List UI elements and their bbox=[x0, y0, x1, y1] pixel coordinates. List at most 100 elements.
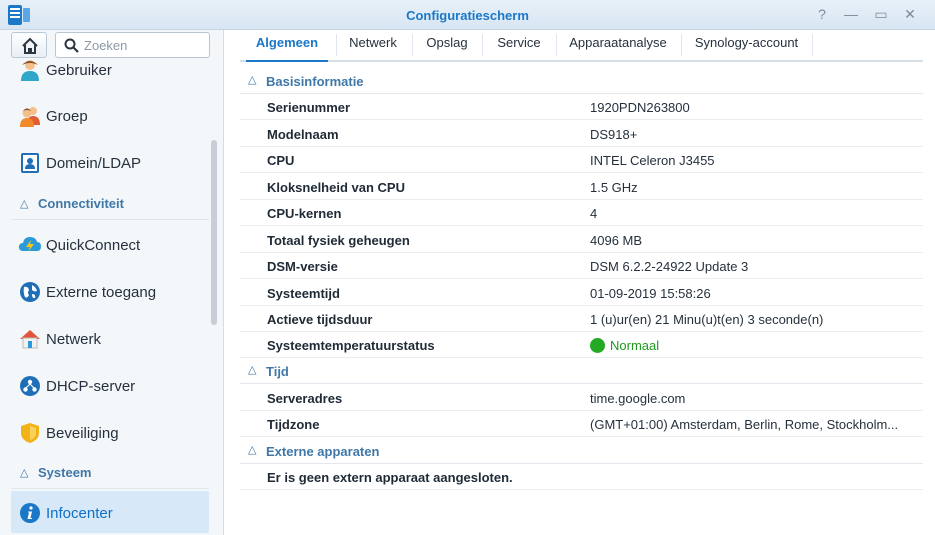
status-text: Normaal bbox=[610, 338, 660, 353]
info-key: Serveradres bbox=[267, 391, 343, 406]
info-value: time.google.com bbox=[590, 391, 686, 406]
section-label: Systeem bbox=[38, 465, 92, 480]
sidebar-item-domain-ldap[interactable]: Domein/LDAP bbox=[11, 143, 209, 183]
info-key: Kloksnelheid van CPU bbox=[267, 180, 405, 195]
sidebar: Gebruiker Groep Domein/LDAP △ Connectivi… bbox=[0, 30, 224, 535]
info-row: Kloksnelheid van CPU 1.5 GHz bbox=[240, 174, 923, 200]
sidebar-item-group[interactable]: Groep bbox=[11, 96, 209, 136]
sidebar-item-label: Netwerk bbox=[46, 331, 102, 348]
tab-divider bbox=[556, 34, 557, 56]
group-title: Externe apparaten bbox=[266, 444, 380, 459]
info-key: Actieve tijdsduur bbox=[267, 312, 373, 327]
divider bbox=[11, 219, 209, 220]
tab-service[interactable]: Service bbox=[484, 30, 554, 60]
sidebar-item-user[interactable]: Gebruiker bbox=[11, 50, 209, 90]
tab-opslag[interactable]: Opslag bbox=[414, 30, 480, 60]
shield-icon bbox=[21, 423, 39, 443]
divider bbox=[11, 488, 209, 489]
info-key: CPU-kernen bbox=[267, 206, 342, 221]
group-title: Tijd bbox=[266, 364, 289, 379]
section-system[interactable]: △ Systeem bbox=[11, 461, 209, 489]
info-row: Serienummer 1920PDN263800 bbox=[240, 94, 923, 120]
title-bar: Configuratiescherm ? — ▭ ✕ bbox=[0, 0, 935, 30]
info-key: Systeemtijd bbox=[267, 286, 340, 301]
info-row: Modelnaam DS918+ bbox=[240, 121, 923, 147]
sidebar-item-infocenter[interactable]: Infocenter bbox=[11, 491, 209, 533]
info-value: 4 bbox=[590, 206, 598, 221]
info-value: 4096 MB bbox=[590, 233, 643, 248]
group-header-external-devices[interactable]: △ Externe apparaten bbox=[240, 438, 923, 464]
sidebar-item-external-access[interactable]: Externe toegang bbox=[11, 272, 209, 312]
sidebar-item-label: Domein/LDAP bbox=[46, 155, 142, 172]
tab-divider bbox=[812, 34, 813, 56]
tab-divider bbox=[412, 34, 413, 56]
group-icon bbox=[20, 107, 40, 127]
group-header-basic-info[interactable]: △ Basisinformatie bbox=[240, 68, 923, 94]
section-label: Connectiviteit bbox=[38, 196, 124, 211]
group-header-time[interactable]: △ Tijd bbox=[240, 358, 923, 384]
sidebar-item-label: Externe toegang bbox=[46, 284, 157, 301]
info-value: 1 (u)ur(en) 21 Minu(u)t(en) 3 seconde(n) bbox=[590, 312, 824, 327]
info-value: 1920PDN263800 bbox=[590, 100, 690, 115]
sidebar-item-label: Beveiliging bbox=[46, 425, 119, 442]
info-row: Actieve tijdsduur 1 (u)ur(en) 21 Minu(u)… bbox=[240, 306, 923, 332]
info-icon bbox=[20, 503, 40, 523]
sidebar-item-label: DHCP-server bbox=[46, 378, 136, 395]
info-row: Systeemtemperatuurstatus Normaal bbox=[240, 332, 923, 358]
info-row: Systeemtijd 01-09-2019 15:58:26 bbox=[240, 280, 923, 306]
chevron-up-icon: △ bbox=[20, 467, 29, 479]
section-connectivity[interactable]: △ Connectiviteit bbox=[11, 192, 209, 220]
sidebar-item-dhcp-server[interactable]: DHCP-server bbox=[11, 366, 209, 406]
chevron-up-icon: △ bbox=[20, 198, 29, 210]
tab-synology-account[interactable]: Synology-account bbox=[684, 30, 809, 60]
info-value: DSM 6.2.2-24922 Update 3 bbox=[590, 259, 749, 274]
window-title: Configuratiescherm bbox=[406, 8, 529, 23]
tab-bar: Algemeen Netwerk Opslag Service Apparaat… bbox=[240, 30, 923, 62]
maximize-button[interactable]: ▭ bbox=[873, 6, 889, 22]
info-key: CPU bbox=[267, 153, 295, 168]
tab-apparaatanalyse[interactable]: Apparaatanalyse bbox=[558, 30, 678, 60]
close-button[interactable]: ✕ bbox=[902, 6, 918, 22]
sidebar-item-label: Gebruiker bbox=[46, 62, 112, 79]
external-access-icon bbox=[20, 282, 40, 302]
info-row: Serveradres time.google.com bbox=[240, 385, 923, 411]
info-row: Tijdzone (GMT+01:00) Amsterdam, Berlin, … bbox=[240, 411, 923, 437]
tab-divider bbox=[681, 34, 682, 56]
group-title: Basisinformatie bbox=[266, 74, 364, 89]
info-key: Serienummer bbox=[267, 100, 351, 115]
info-key: Totaal fysiek geheugen bbox=[267, 233, 410, 248]
network-home-icon bbox=[20, 330, 40, 349]
tab-divider bbox=[336, 34, 337, 56]
sidebar-item-network[interactable]: Netwerk bbox=[11, 319, 209, 359]
user-icon bbox=[21, 60, 39, 81]
sidebar-scrollbar[interactable] bbox=[211, 140, 217, 325]
info-value: 1.5 GHz bbox=[590, 180, 638, 195]
domain-ldap-icon bbox=[21, 153, 39, 173]
sidebar-item-quickconnect[interactable]: QuickConnect bbox=[11, 225, 209, 265]
info-value: DS918+ bbox=[590, 127, 638, 142]
info-key: Systeemtemperatuurstatus bbox=[267, 338, 435, 353]
chevron-up-icon: △ bbox=[248, 444, 257, 456]
minimize-button[interactable]: — bbox=[843, 6, 859, 22]
dhcp-server-icon bbox=[20, 376, 40, 396]
info-value: 01-09-2019 15:58:26 bbox=[590, 286, 711, 301]
chevron-up-icon: △ bbox=[248, 74, 257, 86]
chevron-up-icon: △ bbox=[248, 364, 257, 376]
help-button[interactable]: ? bbox=[814, 6, 830, 22]
no-external-device-message: Er is geen extern apparaat aangesloten. bbox=[267, 470, 513, 485]
info-row: CPU-kernen 4 bbox=[240, 200, 923, 226]
info-value: INTEL Celeron J3455 bbox=[590, 153, 715, 168]
tab-netwerk[interactable]: Netwerk bbox=[338, 30, 408, 60]
sidebar-item-security[interactable]: Beveiliging bbox=[11, 413, 209, 453]
status-ok-icon bbox=[590, 338, 605, 353]
info-row: DSM-versie DSM 6.2.2-24922 Update 3 bbox=[240, 253, 923, 279]
sidebar-item-label: Infocenter bbox=[46, 505, 113, 522]
tab-algemeen[interactable]: Algemeen bbox=[246, 30, 328, 62]
info-row: Er is geen extern apparaat aangesloten. bbox=[240, 464, 923, 490]
sidebar-item-label: Groep bbox=[46, 108, 88, 125]
quickconnect-icon bbox=[19, 237, 41, 252]
sidebar-item-label: QuickConnect bbox=[46, 237, 141, 254]
tab-divider bbox=[482, 34, 483, 56]
info-key: Tijdzone bbox=[267, 417, 320, 432]
info-row: CPU INTEL Celeron J3455 bbox=[240, 147, 923, 173]
